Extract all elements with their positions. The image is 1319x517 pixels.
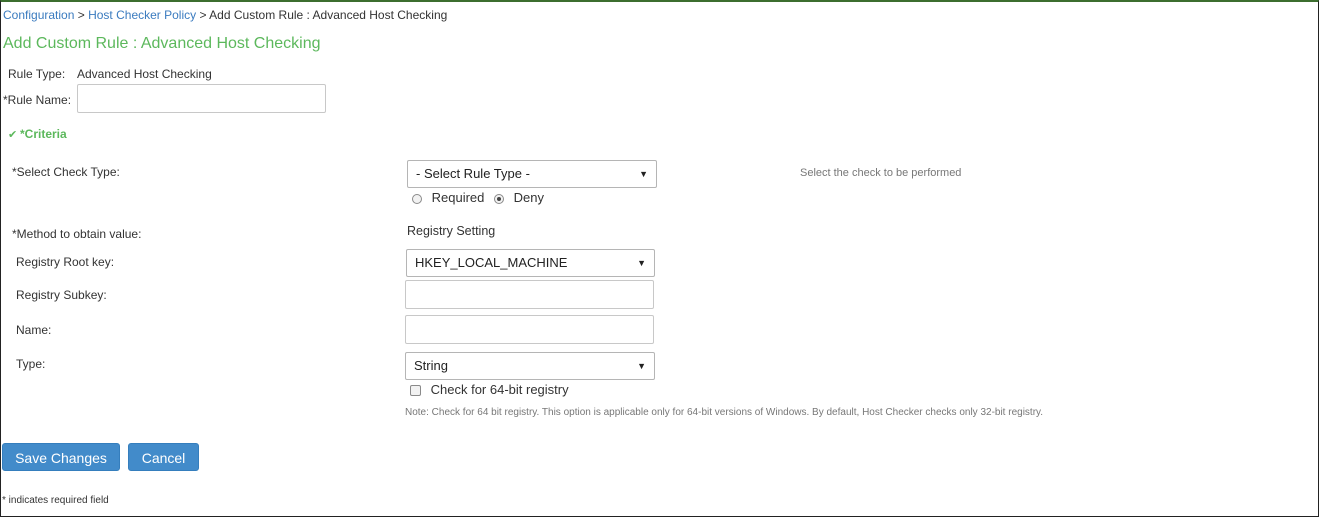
radio-deny-label: Deny	[513, 190, 544, 205]
name-label: Name:	[16, 323, 52, 337]
check-type-label: *Select Check Type:	[12, 165, 120, 179]
registry-subkey-input[interactable]	[405, 280, 654, 309]
breadcrumb-link-configuration[interactable]: Configuration	[3, 8, 74, 22]
check64-row: Check for 64-bit registry	[410, 382, 569, 397]
save-changes-button[interactable]: Save Changes	[2, 443, 120, 471]
method-value: Registry Setting	[407, 224, 496, 238]
check-type-hint: Select the check to be performed	[800, 167, 962, 179]
radio-deny[interactable]	[494, 193, 505, 204]
check-type-selected: - Select Rule Type -	[416, 166, 530, 181]
registry-root-select[interactable]: HKEY_LOCAL_MACHINE ▼	[406, 249, 655, 277]
caret-down-icon: ▼	[637, 361, 646, 371]
radio-required-label: Required	[431, 190, 485, 205]
caret-down-icon: ▼	[639, 169, 648, 179]
type-select[interactable]: String ▼	[405, 352, 655, 380]
check-type-select[interactable]: - Select Rule Type - ▼	[407, 160, 657, 188]
caret-down-icon: ▼	[637, 258, 646, 268]
check64-label: Check for 64-bit registry	[430, 382, 569, 397]
breadcrumb-link-host-checker-policy[interactable]: Host Checker Policy	[88, 8, 196, 22]
method-label: *Method to obtain value:	[12, 227, 142, 241]
registry-subkey-label: Registry Subkey:	[16, 288, 107, 302]
type-selected: String	[414, 358, 448, 373]
criteria-label: *Criteria	[20, 127, 67, 141]
breadcrumb-separator: >	[199, 8, 207, 22]
criteria-toggle[interactable]: ✔ *Criteria	[8, 127, 67, 141]
type-label: Type:	[16, 357, 46, 371]
breadcrumb: Configuration > Host Checker Policy > Ad…	[3, 8, 447, 22]
check64-note: Note: Check for 64 bit registry. This op…	[405, 407, 1044, 418]
rule-name-label: *Rule Name:	[3, 93, 72, 107]
rule-name-input[interactable]	[77, 84, 326, 113]
breadcrumb-current: Add Custom Rule : Advanced Host Checking	[209, 8, 448, 22]
registry-root-selected: HKEY_LOCAL_MACHINE	[415, 255, 568, 270]
rule-type-label: Rule Type:	[8, 67, 66, 81]
name-input[interactable]	[405, 315, 654, 344]
required-field-note: * indicates required field	[2, 495, 109, 506]
check64-checkbox[interactable]	[410, 385, 421, 397]
breadcrumb-separator: >	[77, 8, 85, 22]
rule-type-value: Advanced Host Checking	[77, 67, 212, 81]
registry-root-label: Registry Root key:	[16, 255, 115, 269]
chevron-down-icon: ✔	[8, 129, 18, 141]
radio-required[interactable]	[412, 193, 422, 204]
cancel-button[interactable]: Cancel	[128, 443, 199, 471]
rule-action-radio-group: Required Deny	[412, 190, 544, 205]
page-title: Add Custom Rule : Advanced Host Checking	[3, 35, 321, 52]
